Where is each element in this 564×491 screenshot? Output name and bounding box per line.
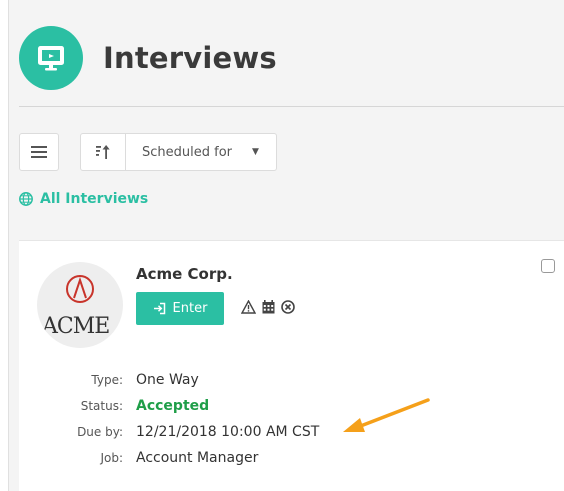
globe-icon <box>19 192 33 206</box>
header-divider <box>19 106 564 107</box>
type-label: Type: <box>91 373 123 387</box>
enter-icon <box>153 302 165 315</box>
select-checkbox[interactable] <box>541 259 555 273</box>
interview-card: ACME Acme Corp. Enter Type: One Way Stat… <box>19 240 564 491</box>
detail-row-job: Job: Account Manager <box>49 445 319 471</box>
sort-icon <box>96 145 110 159</box>
monitor-icon <box>19 26 83 90</box>
logo-text: ACME <box>42 314 110 339</box>
detail-row-due: Due by: 12/21/2018 10:00 AM CST <box>49 419 319 445</box>
status-label: Status: <box>80 399 123 413</box>
sort-field-select[interactable]: Scheduled for ▼ <box>126 133 277 171</box>
job-value: Account Manager <box>136 450 259 466</box>
status-value: Accepted <box>136 398 210 414</box>
caret-down-icon: ▼ <box>252 147 259 157</box>
due-value: 12/21/2018 10:00 AM CST <box>136 424 320 440</box>
due-label: Due by: <box>77 425 123 439</box>
company-logo: ACME <box>37 262 123 348</box>
all-interviews-label: All Interviews <box>40 191 149 207</box>
type-value: One Way <box>136 372 199 388</box>
sort-field-label: Scheduled for <box>142 144 232 160</box>
detail-row-type: Type: One Way <box>49 367 319 393</box>
company-name: Acme Corp. <box>136 265 233 283</box>
job-label: Job: <box>100 451 123 465</box>
toolbar: Scheduled for ▼ <box>19 133 277 171</box>
warning-icon[interactable] <box>241 300 256 314</box>
left-panel-edge <box>0 0 9 491</box>
calendar-icon[interactable] <box>262 300 275 314</box>
status-icons <box>241 300 295 314</box>
all-interviews-link[interactable]: All Interviews <box>19 191 148 207</box>
cancel-icon[interactable] <box>281 300 295 314</box>
list-icon <box>31 146 47 158</box>
annotation-arrow <box>343 398 430 432</box>
enter-label: Enter <box>172 301 208 316</box>
page-title: Interviews <box>103 41 277 75</box>
enter-button[interactable]: Enter <box>136 292 224 325</box>
sort-control: Scheduled for ▼ <box>80 133 277 171</box>
page-header: Interviews <box>19 26 277 90</box>
sort-direction-button[interactable] <box>80 133 126 171</box>
detail-row-status: Status: Accepted <box>49 393 319 419</box>
interview-details: Type: One Way Status: Accepted Due by: 1… <box>49 367 319 471</box>
list-view-button[interactable] <box>19 133 59 171</box>
